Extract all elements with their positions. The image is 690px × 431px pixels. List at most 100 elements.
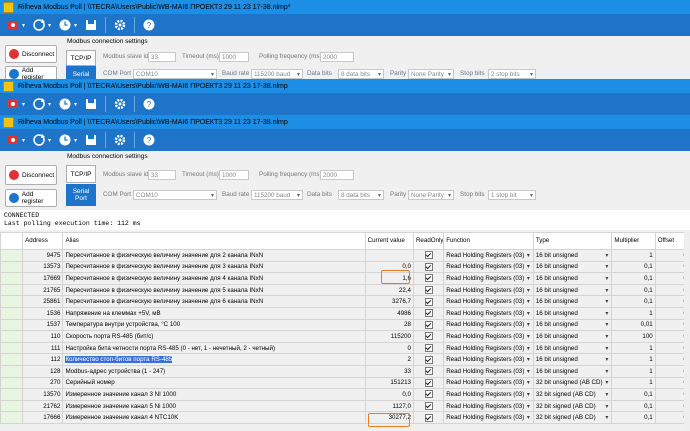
refresh-icon[interactable] xyxy=(30,16,48,34)
cell-function[interactable]: Read Holding Registers (03) xyxy=(443,330,534,343)
cell-function[interactable]: Read Holding Registers (03) xyxy=(443,295,534,308)
disconnect-icon[interactable] xyxy=(4,16,22,34)
readonly-checkbox[interactable] xyxy=(424,390,433,399)
help-icon[interactable]: ? xyxy=(140,16,158,34)
cell-alias[interactable]: Пересчитанное в физическую величину знач… xyxy=(62,249,366,262)
data-bits-select[interactable]: 8 data bits xyxy=(338,190,384,200)
readonly-checkbox[interactable] xyxy=(424,274,433,283)
chevron-down-icon[interactable]: ▾ xyxy=(48,22,51,29)
cell-alias[interactable]: Скорость порта RS-485 (бит/с) xyxy=(62,330,366,343)
cell-type[interactable]: 16 bit unsigned xyxy=(532,330,613,343)
cell-value[interactable]: 3276,7 xyxy=(364,295,414,308)
title-bar[interactable]: Rilheva Modbus Poll | \\TECRA\Users\Publ… xyxy=(0,115,690,129)
cell-value[interactable] xyxy=(364,249,414,262)
cell-readonly[interactable] xyxy=(412,283,445,297)
cell-function[interactable]: Read Holding Registers (03) xyxy=(443,399,534,413)
cell-type[interactable]: 16 bit unsigned xyxy=(532,306,613,320)
cell-function[interactable]: Read Holding Registers (03) xyxy=(443,283,534,297)
save-icon[interactable] xyxy=(82,95,100,113)
cell-function[interactable]: Read Holding Registers (03) xyxy=(443,411,534,424)
add-register-button[interactable]: Add register xyxy=(5,189,57,207)
table-row[interactable]: 21762 Измеренное значение канал 5 Ni 1000… xyxy=(0,399,690,413)
gear-icon[interactable] xyxy=(111,16,129,34)
cell-value[interactable]: 2 xyxy=(364,353,414,366)
polling-field[interactable]: 2000 xyxy=(320,170,354,180)
tab-serial[interactable]: Serial Port xyxy=(66,184,96,206)
readonly-checkbox[interactable] xyxy=(424,309,433,318)
tab-tcp[interactable]: TCP/IP xyxy=(66,165,96,183)
cell-readonly[interactable] xyxy=(412,260,445,274)
readonly-checkbox[interactable] xyxy=(424,262,433,271)
cell-multiplier[interactable]: 0,1 xyxy=(611,283,656,297)
cell-function[interactable]: Read Holding Registers (03) xyxy=(443,249,534,262)
cell-readonly[interactable] xyxy=(412,376,445,390)
cell-alias[interactable]: Пересчитанное в физическую величину знач… xyxy=(62,260,366,274)
clock-icon[interactable] xyxy=(56,95,74,113)
cell-type[interactable]: 16 bit unsigned xyxy=(532,283,613,297)
readonly-checkbox[interactable] xyxy=(424,413,433,422)
baud-select[interactable]: 115200 baud xyxy=(251,69,303,79)
chevron-down-icon[interactable]: ▾ xyxy=(48,101,51,108)
cell-value[interactable]: 0 xyxy=(364,341,414,355)
stop-bits-select[interactable]: 1 stop bit xyxy=(488,190,536,200)
table-row[interactable]: 128 Modbus-адрес устройства (1 - 247) 33 Re… xyxy=(0,364,690,378)
cell-alias[interactable]: Измеренное значение канал 4 NTC10K xyxy=(62,411,366,424)
cell-multiplier[interactable]: 0,1 xyxy=(611,295,656,308)
table-row[interactable]: 25861 Пересчитанное в физическую величину… xyxy=(0,295,690,308)
table-row[interactable]: 1537 Температура внутри устройства, °C 10… xyxy=(0,318,690,332)
cell-multiplier[interactable]: 1 xyxy=(611,341,656,355)
readonly-checkbox[interactable] xyxy=(424,251,433,260)
readonly-checkbox[interactable] xyxy=(424,286,433,295)
cell-alias[interactable]: Modbus-адрес устройства (1 - 247) xyxy=(62,364,366,378)
cell-readonly[interactable] xyxy=(412,330,445,343)
header-function[interactable]: Function xyxy=(443,232,534,250)
cell-readonly[interactable] xyxy=(412,306,445,320)
cell-alias[interactable]: Серийный номер xyxy=(62,376,366,390)
cell-function[interactable]: Read Holding Registers (03) xyxy=(443,318,534,332)
cell-multiplier[interactable]: 1 xyxy=(611,376,656,390)
table-row[interactable]: 17669 Пересчитанное в физическую величину… xyxy=(0,272,690,285)
cell-value[interactable]: 151213 xyxy=(364,376,414,390)
cell-multiplier[interactable]: 0,01 xyxy=(611,318,656,332)
cell-multiplier[interactable]: 1 xyxy=(611,364,656,378)
stop-bits-select[interactable]: 2 stop bits xyxy=(488,69,536,79)
table-row[interactable]: 1536 Напряжение на клеммах +5V, мВ 4986 Rea… xyxy=(0,306,690,320)
cell-value[interactable]: 115200 xyxy=(364,330,414,343)
cell-multiplier[interactable]: 0,1 xyxy=(611,399,656,413)
cell-readonly[interactable] xyxy=(412,318,445,332)
table-row[interactable]: 110 Скорость порта RS-485 (бит/с) 115200 Re… xyxy=(0,330,690,343)
cell-type[interactable]: 16 bit unsigned xyxy=(532,364,613,378)
chevron-down-icon[interactable]: ▾ xyxy=(48,137,51,144)
save-icon[interactable] xyxy=(82,131,100,149)
cell-multiplier[interactable]: 1 xyxy=(611,306,656,320)
cell-type[interactable]: 16 bit unsigned xyxy=(532,249,613,262)
header-readonly[interactable]: ReadOnly xyxy=(412,232,445,250)
tab-tcp[interactable]: TCP/IP xyxy=(66,50,96,66)
refresh-icon[interactable] xyxy=(30,95,48,113)
cell-function[interactable]: Read Holding Registers (03) xyxy=(443,353,534,366)
save-icon[interactable] xyxy=(82,16,100,34)
cell-alias[interactable]: Измеренное значение канал 3 NI 1000 xyxy=(62,388,366,401)
cell-alias[interactable]: Пересчитанное в физическую величину знач… xyxy=(62,283,366,297)
cell-value[interactable]: 28 xyxy=(364,318,414,332)
readonly-checkbox[interactable] xyxy=(424,402,433,411)
cell-readonly[interactable] xyxy=(412,353,445,366)
disconnect-button[interactable]: Disconnect xyxy=(5,165,57,185)
parity-select[interactable]: None Parity xyxy=(408,190,454,200)
cell-function[interactable]: Read Holding Registers (03) xyxy=(443,260,534,274)
cell-multiplier[interactable]: 100 xyxy=(611,330,656,343)
cell-type[interactable]: 16 bit unsigned xyxy=(532,341,613,355)
tab-serial[interactable]: Serial xyxy=(66,66,96,80)
cell-function[interactable]: Read Holding Registers (03) xyxy=(443,388,534,401)
cell-type[interactable]: 32 bit signed (AB CD) xyxy=(532,411,613,424)
title-bar[interactable]: Rilheva Modbus Poll | \\TECRA\Users\Publ… xyxy=(0,0,690,14)
readonly-checkbox[interactable] xyxy=(424,332,433,341)
cell-readonly[interactable] xyxy=(412,399,445,413)
polling-field[interactable]: 2000 xyxy=(320,52,354,62)
cell-readonly[interactable] xyxy=(412,295,445,308)
com-port-select[interactable]: COM10 xyxy=(133,190,217,200)
cell-type[interactable]: 32 bit signed (AB CD) xyxy=(532,399,613,413)
chevron-down-icon[interactable]: ▾ xyxy=(22,101,25,108)
title-bar[interactable]: Rilheva Modbus Poll | \\TECRA\Users\Publ… xyxy=(0,79,690,93)
add-register-button[interactable]: Add register xyxy=(5,66,57,80)
